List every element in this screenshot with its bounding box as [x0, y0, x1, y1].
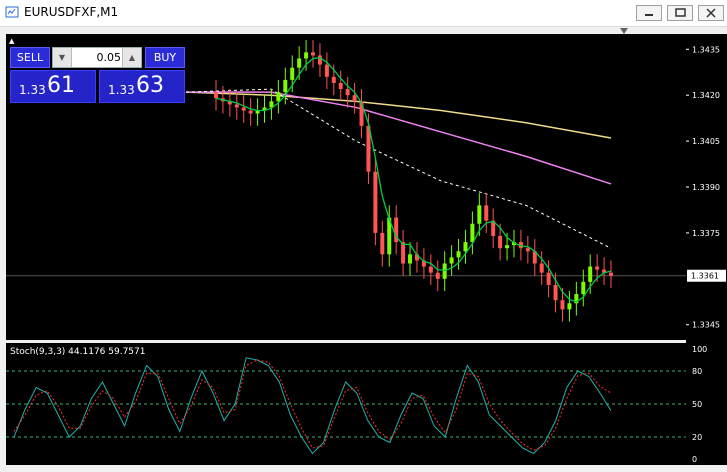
close-button[interactable]: [698, 5, 724, 21]
stoch-tick-label: 50: [692, 400, 702, 409]
stoch-tick-label: 100: [692, 345, 707, 354]
candle-body: [324, 64, 329, 77]
buy-button[interactable]: BUY: [145, 47, 185, 68]
candle-body: [442, 263, 447, 279]
title-bar[interactable]: EURUSDFXF,M1: [0, 0, 727, 27]
stoch-tick-label: 80: [692, 367, 702, 376]
price-tick-label: 1.3435: [692, 45, 720, 54]
chart-window: EURUSDFXF,M1 1.3435 1.3420 1.3405 1.3390 1.3…: [0, 0, 727, 472]
minimize-button[interactable]: [636, 5, 662, 21]
candle-body: [311, 52, 316, 56]
candle-body: [525, 248, 530, 252]
candle-body: [214, 92, 218, 99]
candle-body: [484, 205, 489, 221]
candle-body: [588, 266, 593, 282]
candle-body: [609, 272, 613, 276]
stochastic-label: Stoch(9,3,3) 44.1176 59.7571: [10, 347, 146, 357]
candle-body: [435, 272, 440, 279]
candle-body: [380, 232, 385, 255]
candle-body: [283, 79, 288, 93]
chart-window-icon: [5, 6, 19, 18]
candle-body: [567, 303, 572, 310]
candle-body: [345, 89, 350, 96]
price-tick-label: 1.3375: [692, 229, 720, 238]
candle-body: [290, 67, 295, 80]
restore-icon: [675, 8, 686, 17]
chart-corner-arrow-icon: ▲: [9, 37, 15, 45]
buy-price-quote[interactable]: 1.33 63: [99, 70, 185, 103]
candle-body: [428, 266, 433, 273]
candle-body: [456, 251, 461, 258]
fast-ma-line: [215, 57, 612, 303]
candle-body: [463, 242, 468, 252]
candle-body: [560, 300, 565, 310]
stochastic-chart-svg[interactable]: [6, 343, 686, 465]
close-icon: [706, 8, 716, 18]
current-price-label: 1.3361: [691, 272, 719, 281]
candle-body: [595, 266, 600, 270]
candle-body: [553, 284, 558, 301]
candle-body: [505, 245, 510, 249]
candle-body: [276, 92, 281, 102]
candle-body: [408, 254, 413, 264]
lot-decrease-icon[interactable]: ▼: [53, 48, 72, 67]
candle-body: [470, 223, 475, 243]
candle-body: [401, 242, 406, 264]
price-scale-svg: 1.3435 1.3420 1.3405 1.3390 1.3375 1.3345 1.33…: [686, 45, 726, 464]
candle-body: [352, 95, 357, 102]
window-title: EURUSDFXF,M1: [24, 5, 119, 19]
price-scale[interactable]: 1.3435 1.3420 1.3405 1.3390 1.3375 1.3345 1.33…: [686, 34, 727, 465]
candle-body: [477, 205, 482, 224]
one-click-trading-panel: SELL ▼ 0.05 ▲ BUY 1.33 61 1.33 63: [10, 47, 185, 103]
buy-price-pips: 63: [136, 73, 164, 98]
moving-average-line: [185, 91, 612, 139]
price-tick-label: 1.3405: [692, 137, 720, 146]
lot-increase-icon[interactable]: ▲: [122, 48, 141, 67]
candle-body: [581, 281, 586, 295]
sell-price-prefix: 1.33: [19, 83, 46, 97]
candle-body: [539, 263, 544, 273]
candle-body: [248, 110, 253, 114]
price-tick-label: 1.3345: [692, 321, 720, 330]
candle-body: [304, 52, 309, 59]
sell-button[interactable]: SELL: [10, 47, 50, 68]
buy-price-prefix: 1.33: [108, 83, 135, 97]
stoch-tick-label: 20: [692, 433, 702, 442]
candle-body: [317, 55, 322, 65]
lot-size-input[interactable]: 0.05: [73, 48, 122, 67]
candle-body: [373, 171, 378, 233]
lot-size-stepper[interactable]: ▼ 0.05 ▲: [52, 47, 142, 68]
candle-body: [498, 235, 503, 249]
sell-price-pips: 61: [47, 73, 75, 98]
candle-body: [449, 257, 454, 264]
candle-body: [241, 107, 246, 111]
sell-price-quote[interactable]: 1.33 61: [10, 70, 96, 103]
candle-body: [331, 76, 336, 83]
candle-body: [546, 272, 551, 285]
maximize-button[interactable]: [667, 5, 693, 21]
stochastic-indicator-area[interactable]: [6, 343, 686, 465]
price-tick-label: 1.3420: [692, 91, 720, 100]
candle-body: [234, 104, 239, 108]
stoch-main-line: [13, 357, 612, 455]
price-tick-label: 1.3390: [692, 183, 720, 192]
minimize-icon: [645, 14, 653, 16]
candle-body: [297, 58, 302, 68]
candle-body: [338, 82, 343, 90]
stoch-tick-label: 0: [692, 455, 697, 464]
